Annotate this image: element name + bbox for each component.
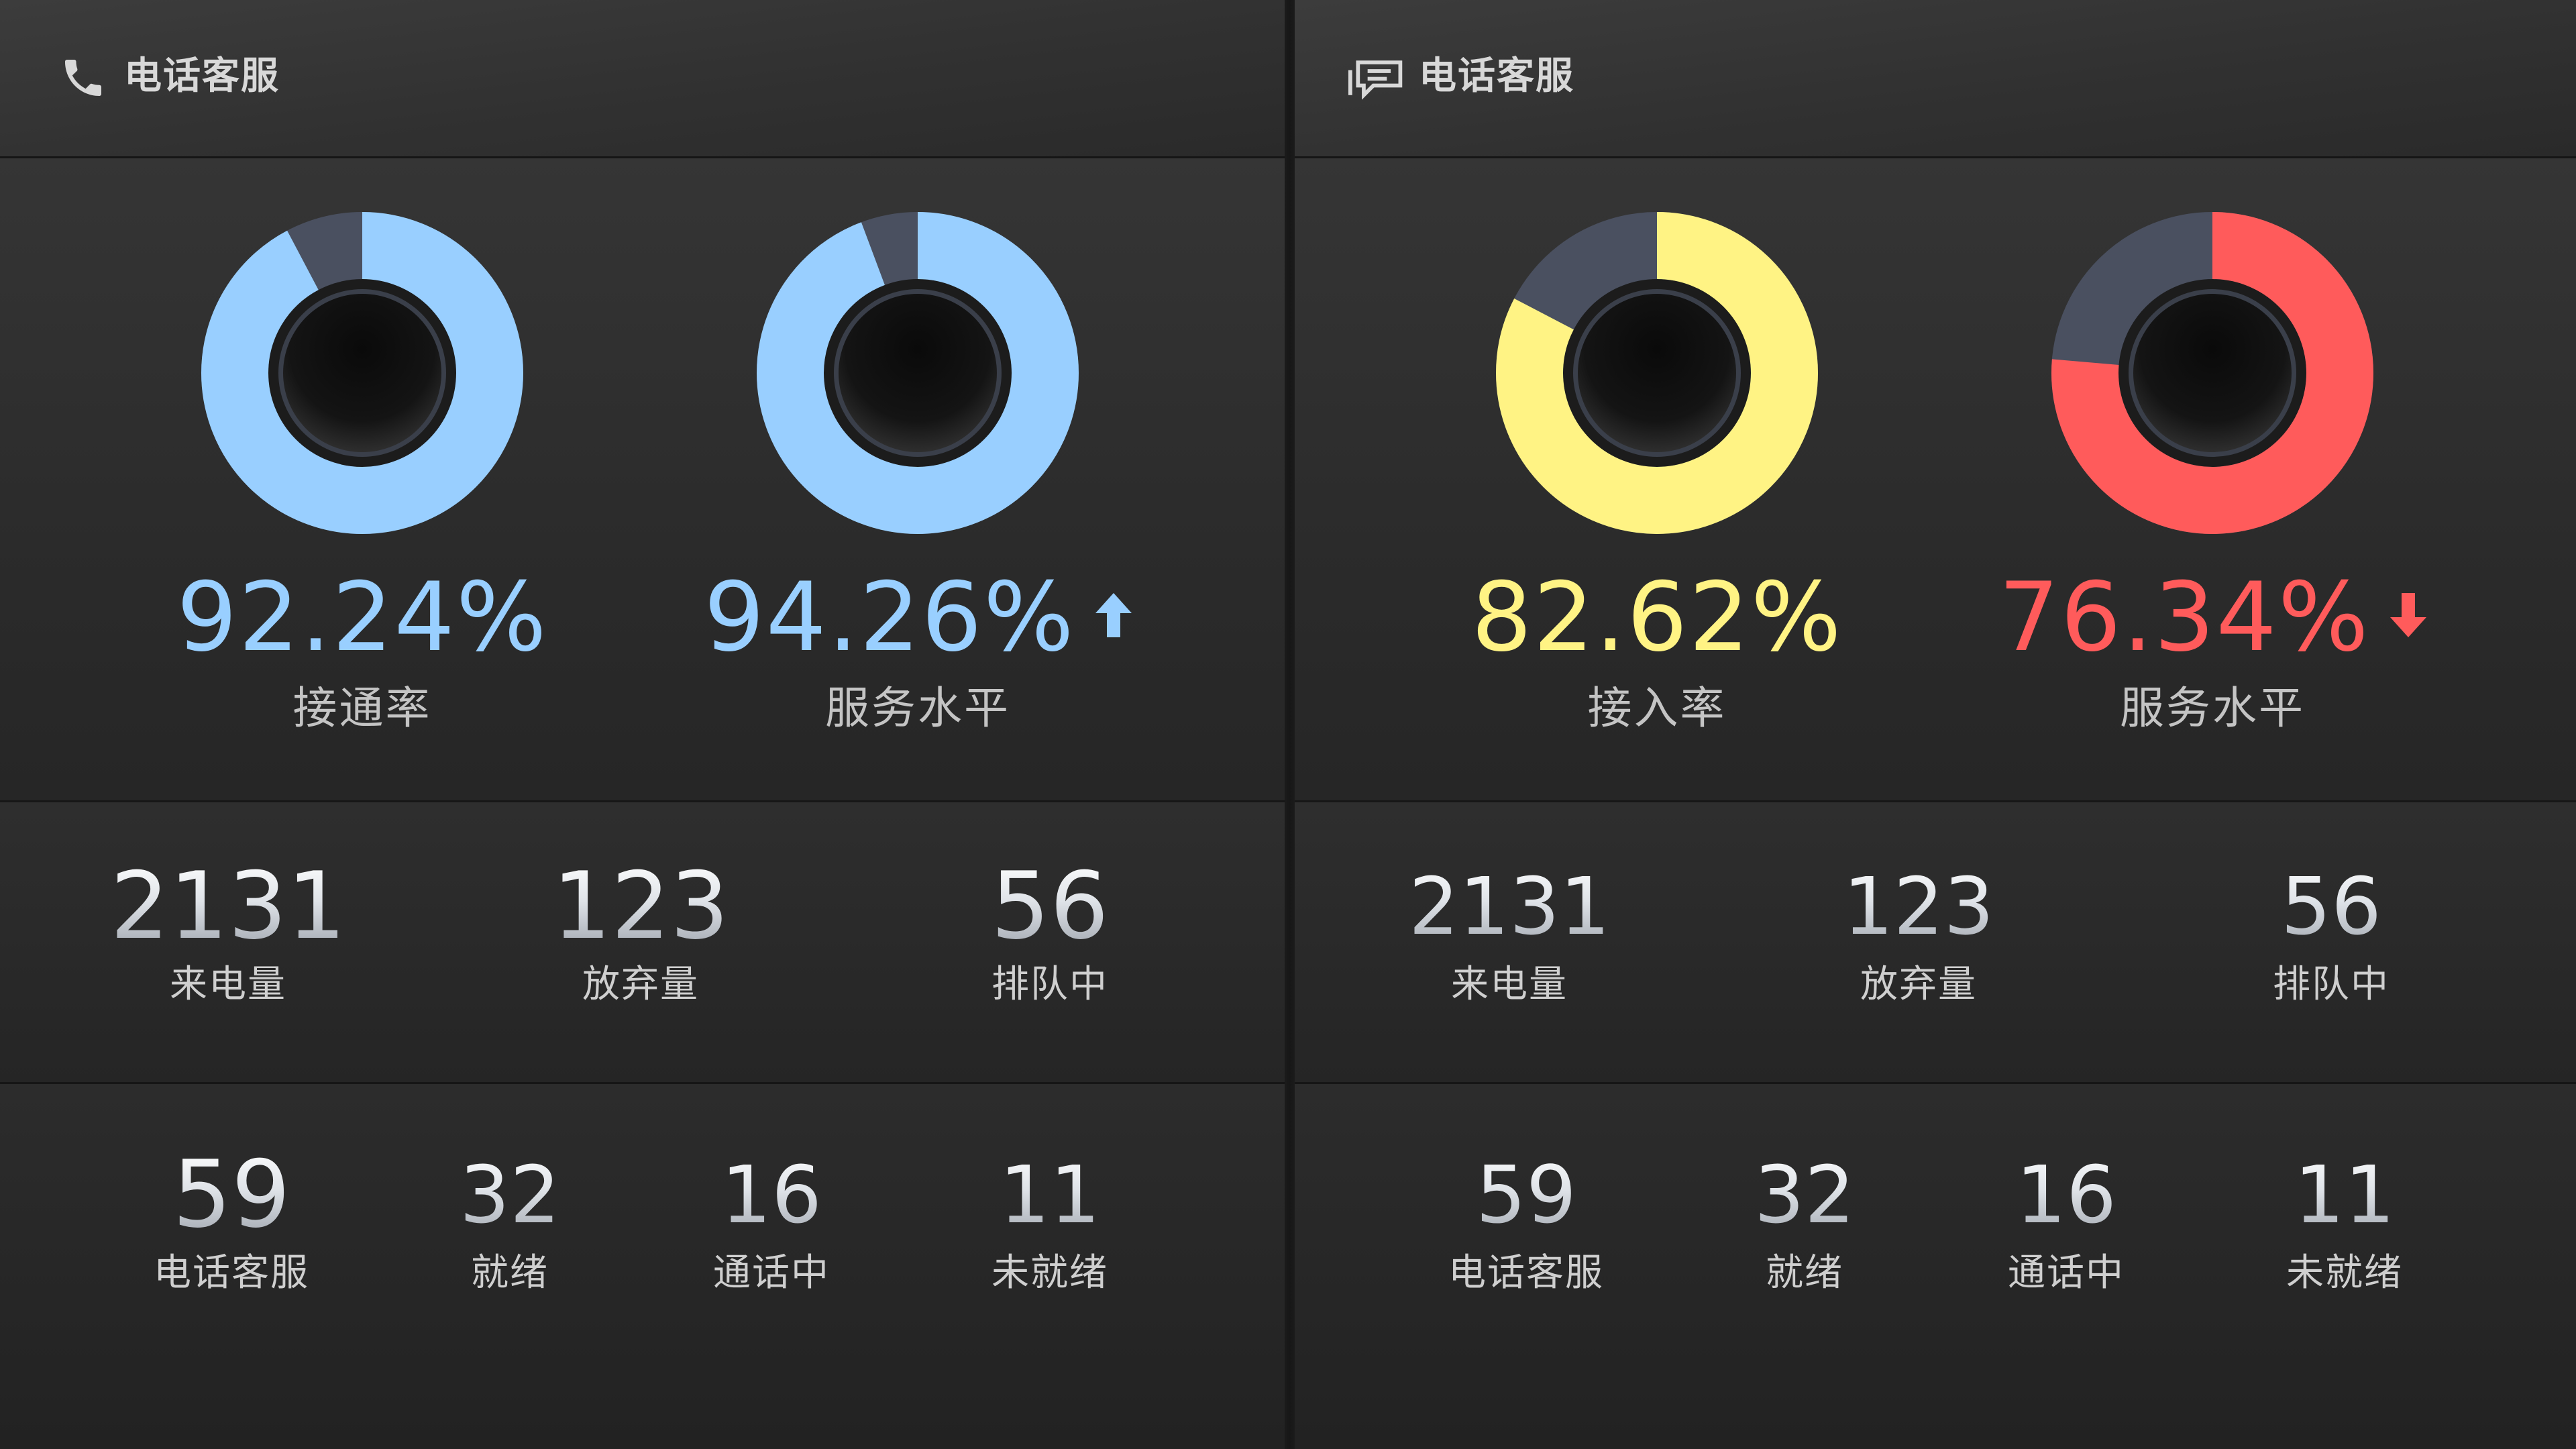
agent-stats-section: 59 电话客服 32 就绪 16 通话中 11 未就绪: [0, 1084, 1285, 1449]
stat-label: 通话中: [2008, 1251, 2125, 1295]
stat-value: 11: [909, 1144, 1191, 1245]
gauge-section: 82.62% 接入率 76.34% 服务水平: [1295, 158, 2576, 802]
stat-label: 来电量: [170, 963, 286, 1006]
arrow-up-icon: [1095, 593, 1132, 637]
arrow-down-icon: [2390, 593, 2426, 637]
chat-icon: [1348, 60, 1403, 100]
donut-gauge: [757, 212, 1079, 534]
gauge-access-rate: 82.62% 接入率: [1422, 158, 1892, 802]
gauge-label: 服务水平: [2120, 682, 2305, 734]
stat-value: 123: [1771, 856, 2066, 957]
stat-label: 未就绪: [991, 1251, 1108, 1295]
gauge-value: 76.34%: [1998, 562, 2370, 673]
agent-stats-section: 59 电话客服 32 就绪 16 通话中 11 未就绪: [1295, 1084, 2576, 1449]
stat-value: 2131: [80, 856, 376, 957]
stat-incoming: 2131 来电量: [1362, 856, 1657, 1010]
stat-label: 放弃量: [582, 963, 699, 1006]
stat-label: 放弃量: [1860, 963, 1977, 1006]
stat-label: 通话中: [713, 1251, 830, 1295]
stat-label: 排队中: [2273, 963, 2390, 1006]
gauge-value-row: 82.62%: [1422, 568, 1892, 668]
agent-total: 59 电话客服: [91, 1144, 372, 1299]
panel-title: 电话客服: [124, 54, 280, 98]
stat-incoming: 2131 来电量: [80, 856, 376, 1010]
gauge-service-level: 94.26% 服务水平: [683, 158, 1152, 802]
donut-gauge: [2051, 212, 2373, 534]
stat-value: 32: [369, 1144, 651, 1245]
call-stats-section: 2131 来电量 123 放弃量 56 排队中: [0, 802, 1285, 1084]
stat-value: 32: [1664, 1144, 1945, 1245]
agent-total: 59 电话客服: [1385, 1144, 1667, 1299]
stat-value: 11: [2204, 1144, 2485, 1245]
gauge-service-level: 76.34% 服务水平: [1978, 158, 2447, 802]
gauge-value: 82.62%: [1471, 562, 1843, 673]
stat-value: 123: [493, 856, 788, 957]
stat-value: 16: [631, 1144, 912, 1245]
stat-label: 就绪: [471, 1251, 549, 1295]
agent-not-ready: 11 未就绪: [2204, 1144, 2485, 1299]
stat-label: 来电量: [1451, 963, 1568, 1006]
stat-label: 就绪: [1766, 1251, 1843, 1295]
stat-queueing: 56 排队中: [2184, 856, 2479, 1010]
agent-ready: 32 就绪: [369, 1144, 651, 1299]
gauge-value-row: 76.34%: [1978, 568, 2447, 668]
panel-divider: [1285, 0, 1295, 1449]
stat-value: 2131: [1362, 856, 1657, 957]
stat-value: 56: [902, 856, 1197, 957]
gauge-section: 92.24% 接通率 94.26% 服务水平: [0, 158, 1285, 802]
stat-value: 59: [91, 1144, 372, 1245]
agent-on-call: 16 通话中: [631, 1144, 912, 1299]
stat-value: 59: [1385, 1144, 1667, 1245]
gauge-value: 94.26%: [704, 562, 1075, 673]
dashboard: 电话客服 92.24% 接通率 94.26% 服务水平 2131 来电量 123…: [0, 0, 2576, 1449]
donut-gauge: [201, 212, 523, 534]
stat-label: 电话客服: [154, 1251, 309, 1295]
panel-phone-service: 电话客服 92.24% 接通率 94.26% 服务水平 2131 来电量 123…: [0, 0, 1285, 1449]
call-stats-section: 2131 来电量 123 放弃量 56 排队中: [1295, 802, 2576, 1084]
gauge-label: 接通率: [292, 682, 432, 734]
panel-title: 电话客服: [1419, 54, 1574, 98]
gauge-label: 服务水平: [825, 682, 1010, 734]
stat-label: 排队中: [991, 963, 1108, 1006]
panel-header: 电话客服: [0, 0, 1285, 158]
agent-not-ready: 11 未就绪: [909, 1144, 1191, 1299]
gauge-label: 接入率: [1587, 682, 1727, 734]
donut-gauge: [1496, 212, 1818, 534]
stat-queueing: 56 排队中: [902, 856, 1197, 1010]
stat-abandoned: 123 放弃量: [493, 856, 788, 1010]
panel-online-service: 电话客服 82.62% 接入率 76.34% 服务水平 2131 来电量 123…: [1295, 0, 2576, 1449]
phone-icon: [65, 60, 101, 96]
stat-label: 电话客服: [1448, 1251, 1604, 1295]
stat-abandoned: 123 放弃量: [1771, 856, 2066, 1010]
stat-label: 未就绪: [2286, 1251, 2403, 1295]
agent-ready: 32 就绪: [1664, 1144, 1945, 1299]
agent-on-call: 16 通话中: [1925, 1144, 2207, 1299]
gauge-value-row: 92.24%: [127, 568, 597, 668]
gauge-connect-rate: 92.24% 接通率: [127, 158, 597, 802]
panel-header: 电话客服: [1295, 0, 2576, 158]
gauge-value: 92.24%: [176, 562, 548, 673]
stat-value: 16: [1925, 1144, 2207, 1245]
stat-value: 56: [2184, 856, 2479, 957]
gauge-value-row: 94.26%: [683, 568, 1152, 668]
